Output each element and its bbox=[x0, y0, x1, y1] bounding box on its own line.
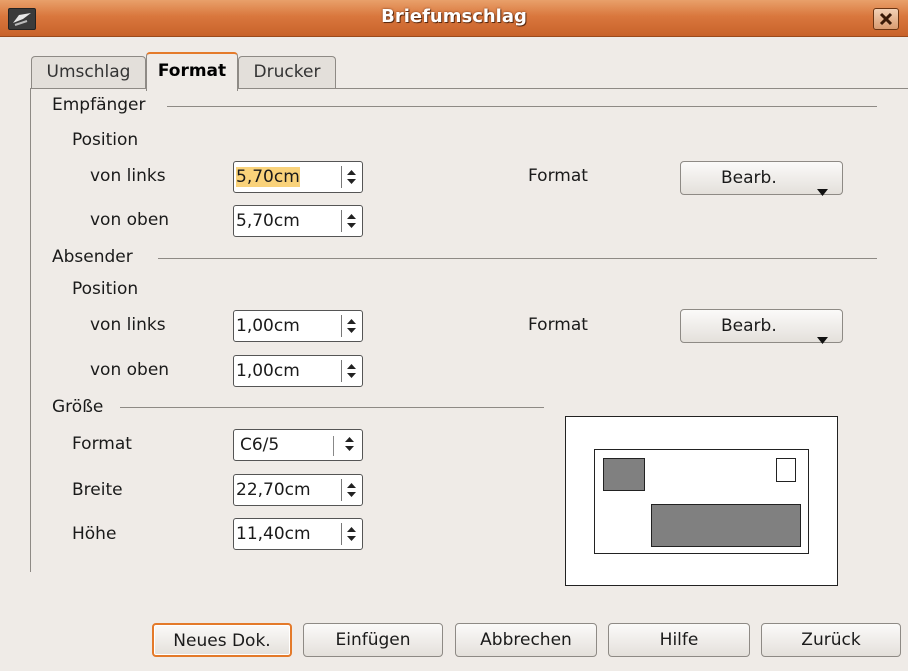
recipient-address-block bbox=[651, 504, 801, 547]
sender-edit-button[interactable]: Bearb. bbox=[680, 309, 843, 344]
recipient-edit-button[interactable]: Bearb. bbox=[680, 161, 843, 196]
recipient-left-label: von links bbox=[90, 166, 166, 186]
size-divider bbox=[120, 407, 544, 408]
size-width-label: Breite bbox=[72, 480, 123, 500]
size-height-value: 11,40cm bbox=[236, 524, 311, 544]
envelope-preview bbox=[565, 416, 838, 586]
size-height-spinner[interactable]: 11,40cm bbox=[233, 518, 363, 550]
sender-top-label: von oben bbox=[90, 360, 170, 380]
chevron-down-icon bbox=[817, 323, 828, 355]
size-height-label: Höhe bbox=[72, 524, 117, 544]
sender-section-label: Absender bbox=[52, 247, 133, 267]
recipient-top-value: 5,70cm bbox=[236, 211, 300, 231]
envelope-dialog: Briefumschlag Umschlag Format Drucker Em… bbox=[0, 0, 908, 671]
spinner-arrows-icon[interactable] bbox=[341, 166, 360, 188]
recipient-left-text: von links bbox=[90, 166, 166, 186]
recipient-top-spinner[interactable]: 5,70cm bbox=[233, 205, 363, 237]
spinner-arrows-icon[interactable] bbox=[341, 479, 360, 501]
sender-divider bbox=[158, 258, 877, 259]
sender-format-label: Format bbox=[528, 315, 588, 335]
insert-button[interactable]: Einfügen bbox=[303, 623, 443, 657]
recipient-left-spinner[interactable]: 5,70cm bbox=[233, 161, 363, 193]
sender-top-spinner[interactable]: 1,00cm bbox=[233, 355, 363, 387]
recipient-left-value: 5,70cm bbox=[236, 167, 300, 187]
size-width-spinner[interactable]: 22,70cm bbox=[233, 474, 363, 506]
sender-left-spinner[interactable]: 1,00cm bbox=[233, 310, 363, 342]
envelope-shape bbox=[594, 449, 809, 554]
sender-left-label: von links bbox=[90, 315, 166, 335]
combo-separator bbox=[333, 436, 334, 456]
recipient-format-label: Format bbox=[528, 166, 588, 186]
tab-drucker[interactable]: Drucker bbox=[238, 56, 336, 89]
size-format-value: C6/5 bbox=[240, 435, 280, 455]
size-format-label: Format bbox=[72, 434, 132, 454]
sender-edit-label: Bearb. bbox=[721, 316, 777, 336]
spinner-arrows-icon[interactable] bbox=[345, 436, 354, 456]
help-button[interactable]: Hilfe bbox=[608, 623, 750, 657]
back-button[interactable]: Zurück bbox=[761, 623, 901, 657]
chevron-down-icon bbox=[817, 175, 828, 207]
close-icon[interactable] bbox=[873, 8, 899, 30]
recipient-section-label: Empfänger bbox=[52, 95, 146, 115]
tab-format[interactable]: Format bbox=[146, 52, 238, 91]
sender-address-block bbox=[603, 458, 645, 491]
sender-position-label: Position bbox=[72, 279, 139, 299]
spinner-arrows-icon[interactable] bbox=[341, 523, 360, 545]
new-document-button[interactable]: Neues Dok. bbox=[152, 623, 292, 657]
cancel-button[interactable]: Abbrechen bbox=[455, 623, 597, 657]
tab-umschlag[interactable]: Umschlag bbox=[31, 56, 146, 89]
stamp-box bbox=[776, 458, 796, 482]
spinner-arrows-icon[interactable] bbox=[341, 360, 360, 382]
size-width-value: 22,70cm bbox=[236, 480, 311, 500]
title-bar[interactable]: Briefumschlag bbox=[0, 0, 908, 37]
recipient-edit-label: Bearb. bbox=[721, 168, 777, 188]
recipient-top-label: von oben bbox=[90, 210, 170, 230]
recipient-position-label: Position bbox=[72, 130, 139, 150]
spinner-arrows-icon[interactable] bbox=[341, 210, 360, 232]
spinner-arrows-icon[interactable] bbox=[341, 315, 360, 337]
size-section-label: Größe bbox=[52, 397, 104, 417]
sender-left-value: 1,00cm bbox=[236, 316, 300, 336]
size-format-select[interactable]: C6/5 bbox=[233, 429, 363, 461]
window-title: Briefumschlag bbox=[381, 6, 527, 27]
sender-top-value: 1,00cm bbox=[236, 361, 300, 381]
recipient-divider bbox=[167, 106, 877, 107]
